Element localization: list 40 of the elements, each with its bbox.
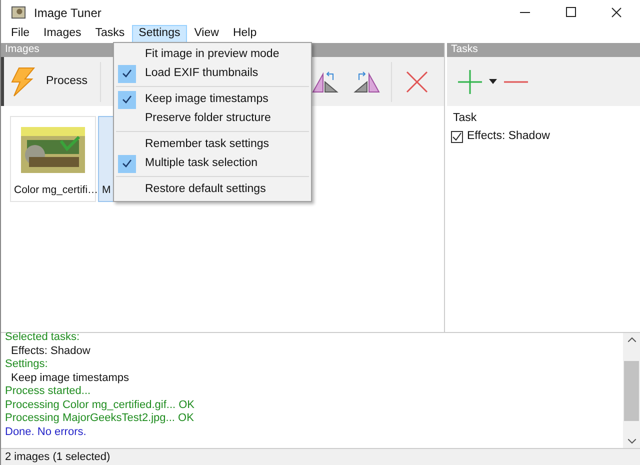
menu-option[interactable]: Restore default settings <box>116 180 309 199</box>
menu-item[interactable]: View <box>187 25 226 43</box>
log-line: Selected tasks: <box>4 331 81 344</box>
check-icon <box>122 69 132 78</box>
image-thumbnail[interactable]: Color mg_certifi… <box>10 116 96 202</box>
task-checkbox[interactable] <box>451 131 463 143</box>
menu-option[interactable]: Keep image timestamps <box>116 90 309 109</box>
scrollbar[interactable] <box>623 333 640 448</box>
menu-item[interactable]: Settings <box>132 25 188 43</box>
lightning-icon <box>10 66 36 96</box>
thumbnail-label: M <box>101 183 111 198</box>
log-line: Settings: <box>4 358 49 372</box>
menu-option[interactable]: Load EXIF thumbnails <box>116 64 309 83</box>
status-bar: 2 images (1 selected) <box>1 448 640 465</box>
column-header: Task <box>452 111 478 126</box>
log-line: Keep image timestamps <box>10 372 130 385</box>
process-button[interactable]: Process <box>4 60 94 104</box>
log-line: Processing Color mg_certified.gif... OK <box>4 398 196 412</box>
task-label: Effects: Shadow <box>467 129 550 144</box>
scroll-down-icon[interactable] <box>628 439 636 444</box>
log-line: Effects: Shadow <box>10 344 92 358</box>
window-title: Image Tuner <box>34 4 102 22</box>
log-line: Done. No errors. <box>4 426 88 439</box>
menu-item[interactable]: Images <box>36 25 88 43</box>
app-icon <box>11 5 26 20</box>
check-icon <box>122 95 132 104</box>
menu-item[interactable]: Help <box>226 25 264 43</box>
log-line: Process started... <box>4 385 92 398</box>
log-line: Processing MajorGeeksTest2.jpg... OK <box>4 412 195 426</box>
menu-item[interactable]: Tasks <box>88 25 132 43</box>
menu-option[interactable]: Remember task settings <box>116 135 309 154</box>
scroll-up-icon[interactable] <box>628 337 636 342</box>
panel-header: Tasks <box>447 43 640 57</box>
menu-option[interactable]: Preserve folder structure <box>116 109 309 128</box>
menu-item[interactable]: File <box>4 25 37 43</box>
delete-icon[interactable] <box>404 68 430 94</box>
menu-option[interactable]: Multiple task selection <box>116 154 309 173</box>
check-icon <box>122 159 132 168</box>
thumbnail-label: Color mg_certifi… <box>13 183 98 198</box>
dropdown-arrow-icon[interactable] <box>489 78 497 84</box>
